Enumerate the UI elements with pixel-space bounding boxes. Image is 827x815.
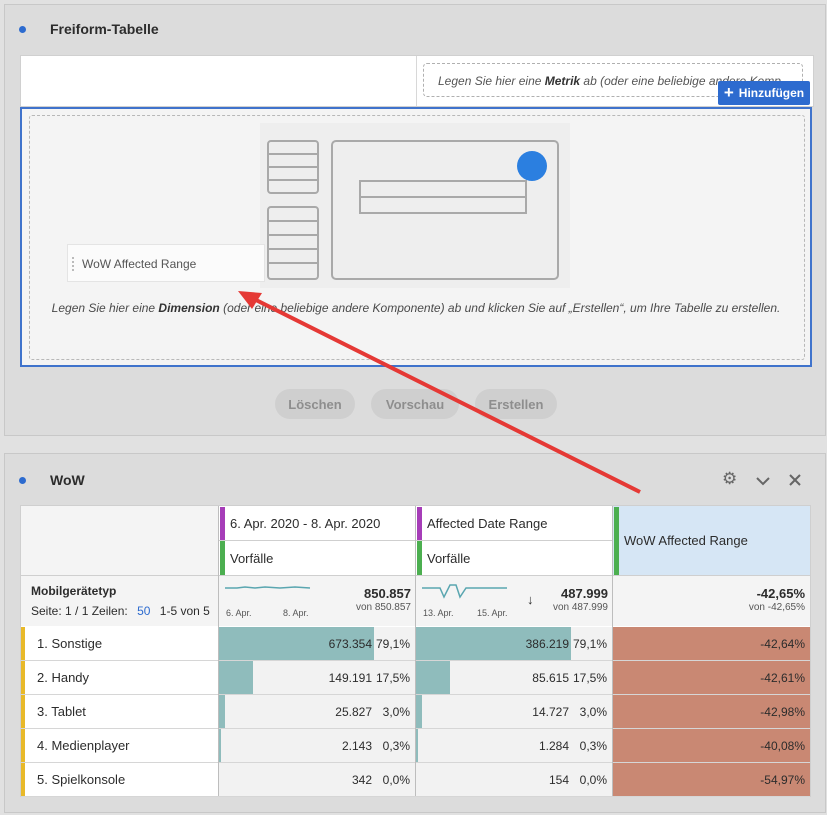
row-divider [21,796,810,797]
col1-range-label: 6. Apr. 2020 - 8. Apr. 2020 [230,516,381,531]
preview-button[interactable]: Vorschau [371,389,459,419]
col1-metric-label: Vorfälle [230,551,274,566]
freeform-panel: Freiform-Tabelle Legen Sie hier eine Met… [4,4,826,436]
rows-per-page[interactable]: 50 [137,604,150,618]
col2-percent: 3,0% [579,705,607,719]
metric-marker [220,541,225,575]
col3-total: -42,65% [756,586,805,601]
col2-value: 14.727 [532,705,569,719]
col2-spark-start: 13. Apr. [423,608,454,618]
col2-bar [416,729,418,762]
col1-spark-end: 8. Apr. [283,608,309,618]
dimension-hint-prefix: Legen Sie hier eine [51,301,159,315]
col2-spark-end: 15. Apr. [477,608,508,618]
col2-bar [416,695,422,728]
col2-range-label: Affected Date Range [427,516,548,531]
col1-percent: 3,0% [382,705,410,719]
col3-value: -42,61% [760,671,805,685]
column-divider [612,506,613,796]
col2-bar [416,661,451,694]
dragged-component-label: WoW Affected Range [82,257,197,271]
row-marker [21,627,25,660]
row-marker [21,729,25,762]
gear-icon[interactable]: ⚙ [722,469,737,489]
row-marker [21,695,25,728]
col2-value: 1.284 [538,739,569,753]
row-label[interactable]: 2. Handy [37,670,89,685]
add-button[interactable]: + Hinzufügen [718,81,810,105]
col1-value: 2.143 [341,739,372,753]
range-label: 1-5 von 5 [159,604,210,618]
col2-sparkline [422,584,507,599]
col1-spark-start: 6. Apr. [226,608,252,618]
build-button[interactable]: Erstellen [475,389,557,419]
col1-value: 673.354 [328,637,372,651]
col2-value: 154 [548,773,569,787]
col1-value: 25.827 [335,705,372,719]
panel-title[interactable]: Freiform-Tabelle [50,21,159,37]
col3-header-label: WoW Affected Range [624,533,748,548]
col3-value: -54,97% [760,773,805,787]
col1-percent: 0,3% [382,739,410,753]
column-divider [415,506,416,796]
page-label: Seite: 1 / 1 Zeilen: [31,604,128,618]
column-divider [218,506,219,796]
drag-handle-icon [72,257,76,271]
col1-value: 149.191 [328,671,372,685]
col1-total-of: von 850.857 [355,602,411,613]
row-marker [21,763,25,796]
col3-value: -42,64% [760,637,805,651]
col2-total: 487.999 [561,586,608,601]
segment-marker [417,507,422,540]
col2-metric-label: Vorfälle [427,551,471,566]
row-marker [21,661,25,694]
col1-bar [219,729,221,762]
col2-percent: 0,0% [579,773,607,787]
dimension-header-blank [21,506,218,575]
col2-value: 85.615 [532,671,569,685]
panel-status-dot [19,26,26,33]
col1-bar [219,661,254,694]
row-label[interactable]: 5. Spielkonsole [37,772,125,787]
add-button-label: Hinzufügen [738,86,805,100]
dimension-hint-bold: Dimension [158,301,220,315]
col1-percent: 17,5% [375,671,410,685]
col3-value: -42,98% [760,705,805,719]
panel-status-dot [19,477,26,484]
col1-percent: 0,0% [382,773,410,787]
metric-marker [614,507,619,575]
col1-total: 850.857 [364,586,411,601]
col1-percent: 79,1% [375,637,410,651]
col2-total-of: von 487.999 [552,602,608,613]
panel-title[interactable]: WoW [50,472,85,488]
col2-percent: 0,3% [579,739,607,753]
metric-hint-prefix: Legen Sie hier eine [438,74,545,88]
dragged-component[interactable]: WoW Affected Range [67,244,265,282]
close-icon[interactable] [789,474,801,486]
metric-marker [417,541,422,575]
plus-icon: + [723,83,734,102]
header-divider [416,56,417,106]
metric-hint-bold: Metrik [544,74,581,88]
col1-bar [219,695,225,728]
col2-value: 386.219 [525,637,569,651]
col3-total-of: von -42,65% [748,602,805,613]
col1-sparkline [225,586,311,589]
col2-percent: 79,1% [572,637,607,651]
dimension-hint: Legen Sie hier eine Dimension (oder eine… [29,301,803,315]
row-label[interactable]: 1. Sonstige [37,636,102,651]
chevron-down-icon[interactable] [756,476,770,486]
col3-value: -40,08% [760,739,805,753]
dimension-name[interactable]: Mobilgerätetyp [31,584,116,598]
dimension-hint-suffix: (oder eine beliebige andere Komponente) … [219,301,781,315]
row-label[interactable]: 3. Tablet [37,704,86,719]
col1-value: 342 [351,773,372,787]
col2-percent: 17,5% [572,671,607,685]
pagination: Seite: 1 / 1 Zeilen: 50 1-5 von 5 [31,604,210,618]
row-label[interactable]: 4. Medienplayer [37,738,130,753]
table-illustration [260,123,570,288]
clear-button[interactable]: Löschen [275,389,355,419]
segment-marker [220,507,225,540]
